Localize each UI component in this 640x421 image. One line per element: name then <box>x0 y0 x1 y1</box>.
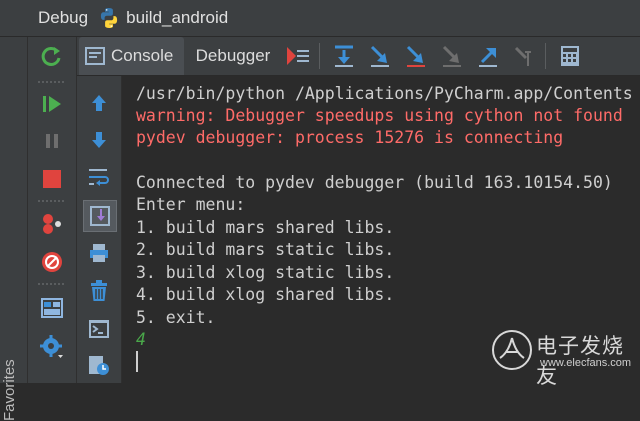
tool-window-label: Debug <box>38 8 89 27</box>
text-caret <box>136 351 138 372</box>
mute-breakpoints-icon <box>42 252 62 272</box>
step-into-button[interactable] <box>365 41 395 71</box>
watermark-logo-icon <box>492 330 532 370</box>
show-execution-point-button[interactable] <box>283 41 313 71</box>
settings-icon <box>40 335 63 358</box>
pause-icon <box>46 134 58 148</box>
tool-window-title-bar: Debug build_android <box>0 0 640 37</box>
favorites-tab-label[interactable]: Favorites <box>1 359 18 421</box>
console-side-toolbar <box>77 76 122 383</box>
soft-wrap-button[interactable] <box>83 162 115 192</box>
rerun-icon <box>41 46 61 66</box>
console-warning-line: warning: Debugger speedups using cython … <box>136 106 623 125</box>
console-line: Connected to pydev debugger (build 163.1… <box>136 173 613 192</box>
evaluate-expression-button[interactable] <box>555 41 585 71</box>
console-line: /usr/bin/python /Applications/PyCharm.ap… <box>136 84 633 103</box>
show-execution-point-icon <box>287 47 309 65</box>
run-config-name: build_android <box>126 8 229 27</box>
tab-debugger-label: Debugger <box>195 46 271 65</box>
step-over-icon <box>335 45 353 67</box>
run-to-cursor-button[interactable] <box>509 41 539 71</box>
console-menu-item: 2. build mars static libs. <box>136 240 395 259</box>
down-stack-frame-button[interactable] <box>83 125 115 155</box>
pause-button[interactable] <box>36 126 68 156</box>
settings-button[interactable] <box>36 332 68 362</box>
console-error-line: pydev debugger: process 15276 is connect… <box>136 128 564 147</box>
view-breakpoints-button[interactable] <box>36 209 68 239</box>
console-menu-item: 3. build xlog static libs. <box>136 263 395 282</box>
calculator-icon <box>561 46 579 66</box>
scroll-to-end-button[interactable] <box>83 200 117 232</box>
watermark: 电子发烧友 www.elecfans.com <box>490 326 640 388</box>
debug-side-toolbar <box>28 37 77 383</box>
console-icon <box>85 47 105 65</box>
step-out-icon <box>479 48 497 67</box>
force-step-into-icon <box>442 45 461 67</box>
tab-console-label: Console <box>111 46 174 65</box>
resume-button[interactable] <box>36 89 68 119</box>
tab-debugger[interactable]: Debugger <box>187 37 279 75</box>
python-console-button[interactable] <box>83 314 115 344</box>
console-menu-item: 4. build xlog shared libs. <box>136 285 395 304</box>
favorites-strip[interactable]: Favorites <box>0 37 28 421</box>
print-button[interactable] <box>83 238 115 268</box>
layout-icon <box>41 298 63 318</box>
debug-tab-bar: Console Debugger <box>77 37 640 76</box>
resume-icon <box>43 96 61 112</box>
arrow-down-icon <box>92 132 106 148</box>
run-to-cursor-icon <box>514 46 531 66</box>
watermark-url: www.elecfans.com <box>540 357 632 369</box>
step-into-icon <box>370 45 389 67</box>
console-line: Enter menu: <box>136 195 246 214</box>
console-menu-item: 5. exit. <box>136 308 216 327</box>
terminal-icon <box>89 320 109 338</box>
restore-layout-button[interactable] <box>36 293 68 323</box>
force-step-into-button[interactable] <box>437 41 467 71</box>
step-into-my-code-button[interactable] <box>401 41 431 71</box>
history-icon <box>89 356 109 375</box>
step-over-button[interactable] <box>329 41 359 71</box>
view-breakpoints-icon <box>43 214 61 234</box>
soft-wrap-icon <box>89 169 109 186</box>
stop-icon <box>43 170 61 188</box>
stop-button[interactable] <box>36 164 68 194</box>
step-into-my-code-icon <box>406 45 425 67</box>
tab-console[interactable]: Console <box>79 37 184 75</box>
console-menu-item: 1. build mars shared libs. <box>136 218 395 237</box>
trash-icon <box>91 280 107 301</box>
rerun-button[interactable] <box>36 42 68 72</box>
scroll-to-end-icon <box>90 206 110 226</box>
up-stack-frame-button[interactable] <box>83 88 115 118</box>
console-user-input[interactable]: 4 <box>136 330 146 350</box>
history-button[interactable] <box>83 350 115 380</box>
step-out-button[interactable] <box>473 41 503 71</box>
arrow-up-icon <box>92 95 106 111</box>
mute-breakpoints-button[interactable] <box>36 247 68 277</box>
clear-all-button[interactable] <box>83 276 115 306</box>
python-icon <box>101 8 118 28</box>
print-icon <box>90 244 108 262</box>
